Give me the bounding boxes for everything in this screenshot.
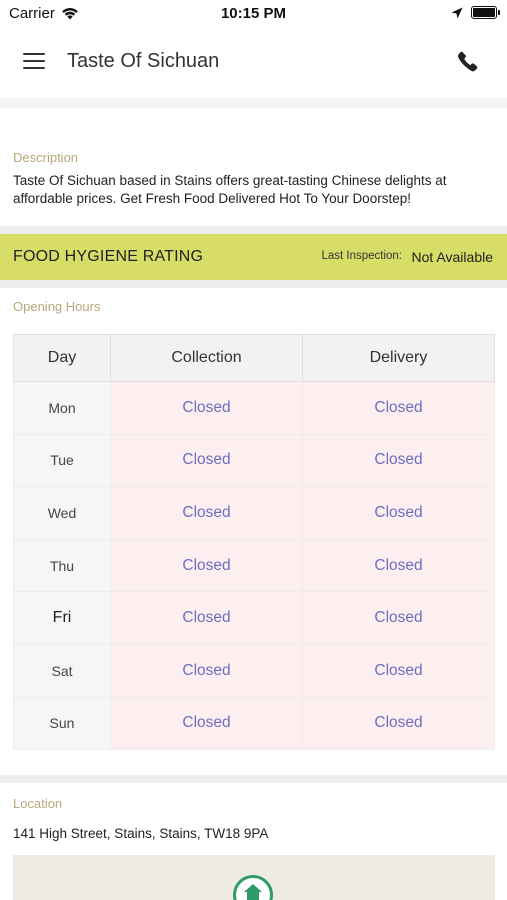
collection-cell: Closed: [110, 433, 303, 488]
table-row: Tue Closed Closed: [13, 433, 495, 488]
delivery-cell: Closed: [302, 538, 495, 593]
collection-cell: Closed: [110, 486, 303, 540]
top-navbar: Taste Of Sichuan: [0, 28, 507, 98]
collection-cell: Closed: [110, 643, 303, 698]
location-map[interactable]: [13, 855, 495, 900]
day-cell: Mon: [13, 381, 111, 435]
section-divider: [0, 226, 507, 234]
day-cell: Sun: [13, 696, 111, 751]
opening-hours-label: Opening Hours: [13, 299, 101, 314]
location-arrow-icon: [451, 7, 463, 18]
section-divider: [0, 280, 507, 288]
delivery-cell: Closed: [302, 696, 495, 751]
day-cell: Tue: [13, 433, 111, 488]
day-cell: Thu: [13, 538, 111, 593]
delivery-cell: Closed: [302, 643, 495, 698]
column-header-delivery: Delivery: [302, 334, 495, 382]
table-row: Sun Closed Closed: [13, 696, 495, 751]
page-title: Taste Of Sichuan: [67, 50, 220, 72]
collection-cell: Closed: [110, 696, 303, 751]
home-icon: [244, 884, 262, 900]
collection-cell: Closed: [110, 591, 303, 645]
table-row: Wed Closed Closed: [13, 486, 495, 540]
last-inspection-label: Last Inspection:: [321, 250, 402, 262]
status-right: [451, 6, 500, 19]
delivery-cell: Closed: [302, 486, 495, 540]
day-cell: Sat: [13, 643, 111, 698]
location-address: 141 High Street, Stains, Stains, TW18 9P…: [13, 826, 269, 841]
collection-cell: Closed: [110, 538, 303, 593]
food-hygiene-banner: FOOD HYGIENE RATING Last Inspection: Not…: [0, 234, 507, 280]
table-row: Mon Closed Closed: [13, 381, 495, 435]
table-row: Fri Closed Closed: [13, 591, 495, 645]
table-row: Thu Closed Closed: [13, 538, 495, 593]
location-label: Location: [13, 796, 63, 811]
delivery-cell: Closed: [302, 433, 495, 488]
description-text: Taste Of Sichuan based in Stains offers …: [13, 173, 447, 206]
last-inspection-value: Not Available: [411, 249, 493, 265]
battery-icon: [471, 6, 500, 19]
map-home-pin-icon[interactable]: [233, 875, 273, 900]
status-bar: Carrier 10:15 PM: [0, 0, 507, 28]
column-header-day: Day: [13, 334, 111, 382]
section-spacer: [0, 98, 507, 108]
hamburger-menu-icon[interactable]: [23, 53, 45, 69]
phone-icon[interactable]: [456, 50, 480, 74]
hygiene-title: FOOD HYGIENE RATING: [13, 248, 204, 265]
column-header-collection: Collection: [110, 334, 303, 382]
table-row: Sat Closed Closed: [13, 643, 495, 698]
status-time: 10:15 PM: [220, 5, 287, 22]
collection-cell: Closed: [110, 381, 303, 435]
table-header-row: Day Collection Delivery: [13, 334, 495, 382]
day-cell: Wed: [13, 486, 111, 540]
day-cell: Fri: [13, 591, 111, 645]
description-label: Description: [13, 150, 79, 165]
opening-hours-table: Day Collection Delivery Mon Closed Close…: [13, 334, 495, 751]
delivery-cell: Closed: [302, 591, 495, 645]
delivery-cell: Closed: [302, 381, 495, 435]
section-divider: [0, 775, 507, 783]
